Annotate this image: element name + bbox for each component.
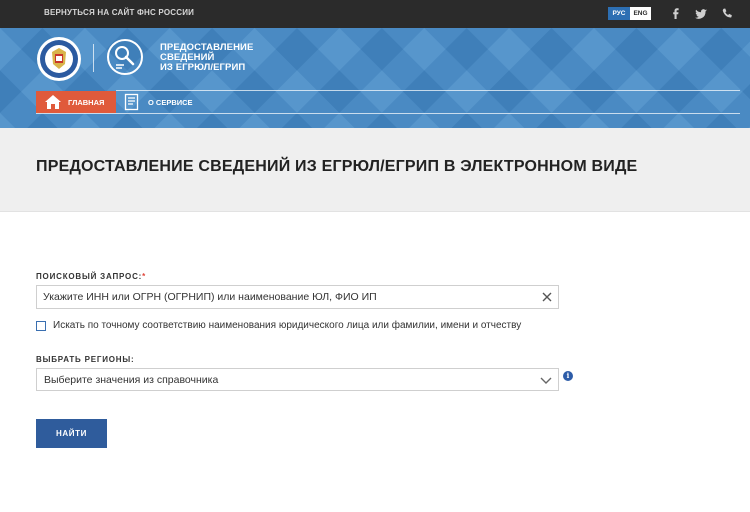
page-title-band: ПРЕДОСТАВЛЕНИЕ СВЕДЕНИЙ ИЗ ЕГРЮЛ/ЕГРИП В…	[0, 128, 750, 212]
nav-about-tab[interactable]: О СЕРВИСЕ	[124, 92, 193, 112]
page-title: ПРЕДОСТАВЛЕНИЕ СВЕДЕНИЙ ИЗ ЕГРЮЛ/ЕГРИП В…	[36, 158, 638, 175]
search-label-text: ПОИСКОВЫЙ ЗАПРОС:	[36, 272, 143, 281]
find-button[interactable]: НАЙТИ	[36, 419, 107, 448]
nav-home-label: ГЛАВНАЯ	[68, 97, 105, 107]
region-select[interactable]: Выберите значения из справочника	[36, 368, 559, 391]
required-mark: *	[142, 272, 147, 281]
twitter-icon[interactable]	[693, 6, 709, 22]
clear-icon[interactable]	[541, 291, 553, 303]
exact-match-checkbox[interactable]	[36, 320, 46, 331]
nav-about-label: О СЕРВИСЕ	[148, 97, 193, 107]
info-icon[interactable]: i	[563, 371, 573, 381]
nav-home-tab[interactable]: ГЛАВНАЯ	[36, 91, 116, 113]
exact-match-option[interactable]: Искать по точному соответствию наименова…	[36, 320, 521, 331]
back-to-fns-link[interactable]: ВЕРНУТЬСЯ НА САЙТ ФНС РОССИИ	[44, 8, 194, 17]
search-label: ПОИСКОВЫЙ ЗАПРОС:*	[36, 272, 146, 281]
home-icon	[45, 95, 61, 109]
service-title-line: ИЗ ЕГРЮЛ/ЕГРИП	[160, 62, 246, 73]
service-logo-icon	[105, 37, 145, 77]
chevron-down-icon	[540, 377, 552, 384]
document-icon	[124, 93, 139, 111]
nav-bottom-line	[36, 113, 740, 114]
search-input[interactable]	[37, 286, 527, 308]
fns-emblem-logo[interactable]	[36, 36, 82, 82]
lang-en-button[interactable]: ENG	[630, 7, 651, 20]
facebook-icon[interactable]	[668, 6, 684, 22]
site-header: ПРЕДОСТАВЛЕНИЕ СВЕДЕНИЙ ИЗ ЕГРЮЛ/ЕГРИП Г…	[0, 28, 750, 128]
phone-icon[interactable]	[719, 6, 735, 22]
region-select-value: Выберите значения из справочника	[44, 374, 219, 386]
header-divider	[93, 44, 94, 72]
lang-ru-button[interactable]: РУС	[608, 7, 630, 20]
region-label: ВЫБРАТЬ РЕГИОНЫ:	[36, 355, 135, 364]
nav-top-line	[116, 90, 740, 91]
service-title: ПРЕДОСТАВЛЕНИЕ СВЕДЕНИЙ ИЗ ЕГРЮЛ/ЕГРИП	[160, 43, 280, 73]
exact-match-label[interactable]: Искать по точному соответствию наименова…	[53, 320, 521, 331]
search-field[interactable]	[36, 285, 559, 309]
top-bar: ВЕРНУТЬСЯ НА САЙТ ФНС РОССИИ РУС ENG	[0, 0, 750, 28]
